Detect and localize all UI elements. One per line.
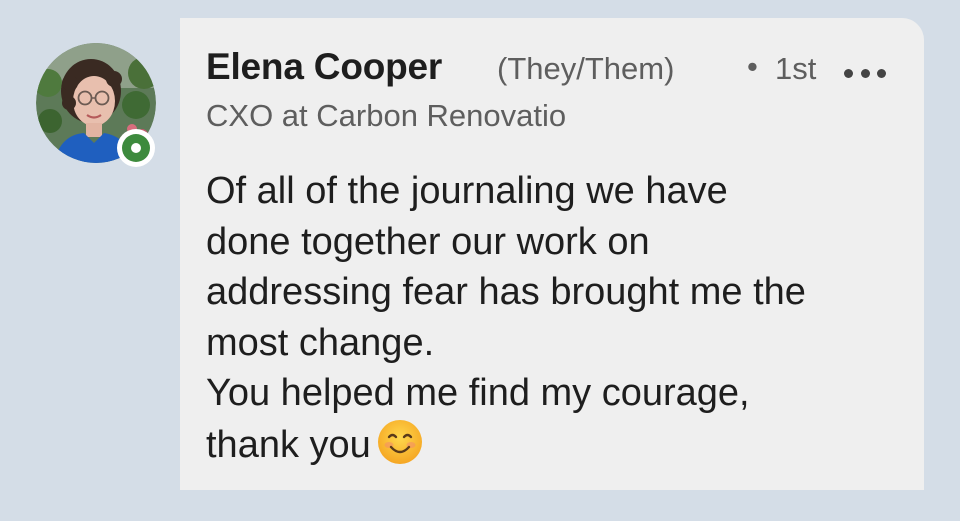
more-dot-icon (844, 68, 853, 78)
author-headline: CXO at Carbon Renovatio (206, 98, 567, 133)
comment-line: You helped me find my courage, (206, 372, 750, 414)
connection-degree: 1st (775, 51, 817, 86)
author-pronouns: (They/Them) (497, 51, 675, 86)
comment-bubble: Elena Cooper (They/Them) • 1st CXO at Ca… (180, 18, 924, 490)
header-separator: • (747, 49, 758, 84)
comment-line: done together our work on (206, 220, 650, 263)
online-status-dot (131, 143, 141, 153)
comment-text: Of all of the journaling we have done to… (206, 166, 906, 470)
comment-line: Of all of the journaling we have (206, 170, 728, 212)
online-status-indicator (117, 129, 155, 167)
more-dot-icon (877, 68, 886, 78)
more-options-button[interactable] (840, 53, 890, 93)
comment-line: addressing fear has brought me the (206, 271, 806, 313)
more-dot-icon (860, 68, 870, 78)
comment-line: thank you (206, 423, 371, 466)
comment-header: Elena Cooper (They/Them) • 1st (206, 46, 898, 96)
comment-line: most change. (206, 321, 435, 364)
author-name[interactable]: Elena Cooper (206, 46, 442, 88)
smiling-face-icon (377, 419, 422, 464)
online-status-ring (122, 134, 150, 162)
avatar-container[interactable] (36, 43, 156, 167)
